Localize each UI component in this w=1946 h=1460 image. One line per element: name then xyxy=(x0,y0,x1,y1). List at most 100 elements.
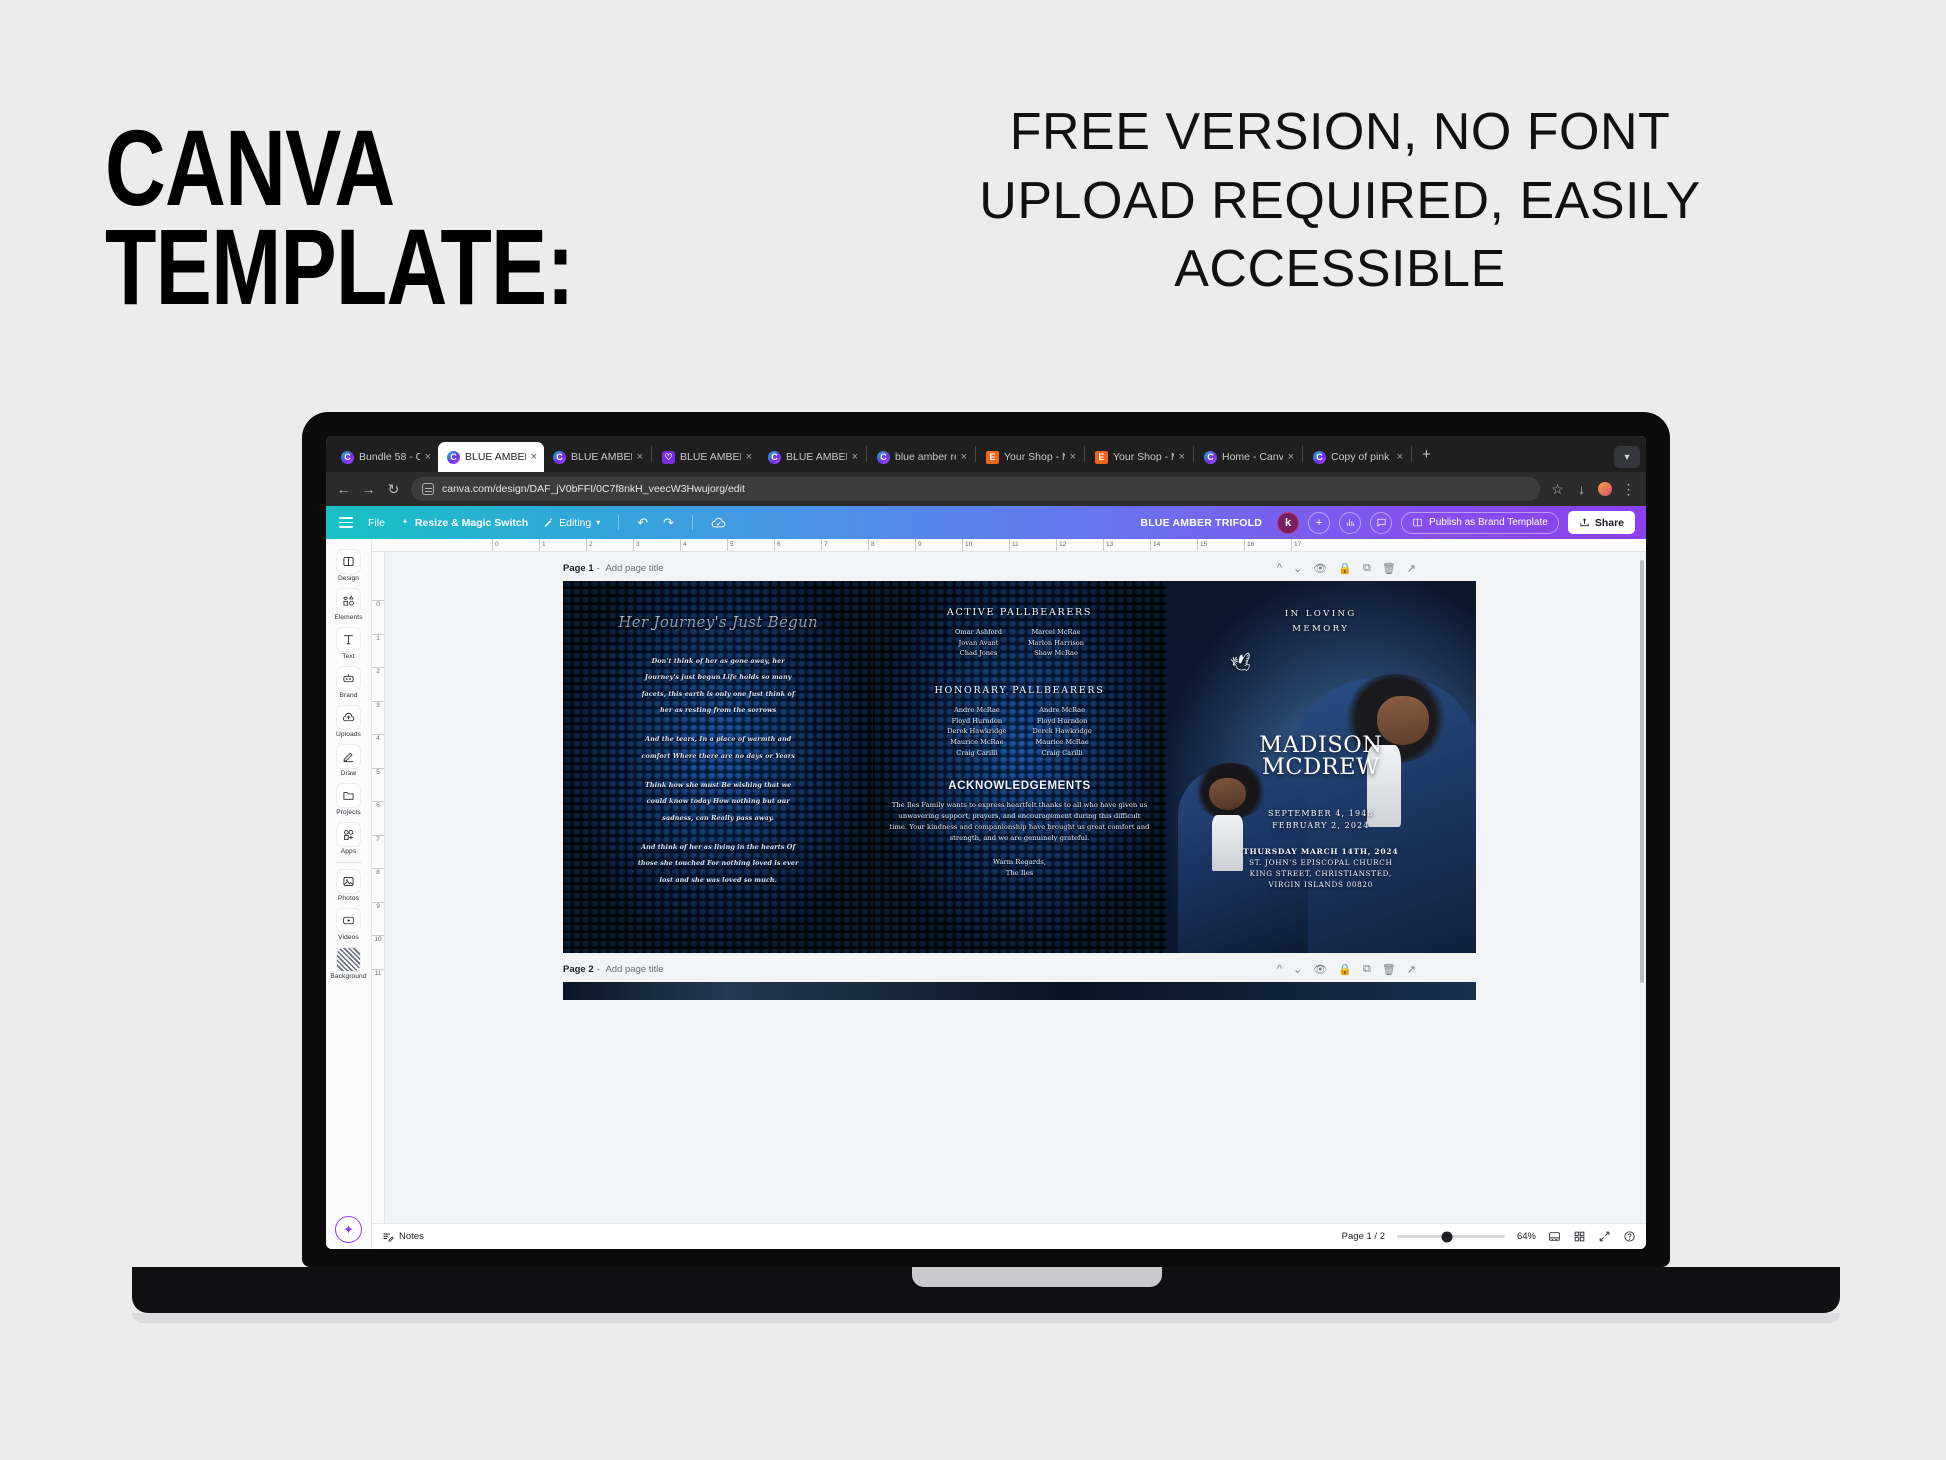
vertical-ruler[interactable]: 0 1 2 3 4 5 6 7 8 9 10 11 xyxy=(372,552,385,1223)
move-up-icon[interactable]: ^ xyxy=(1277,963,1282,976)
browser-tab[interactable]: E Your Shop - M × xyxy=(1086,442,1192,472)
canvas-scroll-region[interactable]: Page 1 - Add page title ^ ⌄ 👁 🔒 ⧉ 🗑 ↗ He… xyxy=(385,552,1646,1223)
browser-tab[interactable]: C Bundle 58 - C × xyxy=(332,442,438,472)
bookmark-star-icon[interactable]: ☆ xyxy=(1550,481,1565,498)
reload-icon[interactable]: ↻ xyxy=(386,481,401,498)
browser-tab[interactable]: C Home - Canva × xyxy=(1195,442,1301,472)
vertical-scrollbar[interactable] xyxy=(1640,560,1644,983)
videos-icon xyxy=(336,908,361,933)
pallbearer-name: Floyd Hurndon xyxy=(1036,716,1088,725)
delete-icon[interactable]: 🗑 xyxy=(1382,562,1396,575)
close-icon[interactable]: × xyxy=(531,451,537,463)
close-icon[interactable]: × xyxy=(1288,451,1294,463)
zoom-slider-handle[interactable] xyxy=(1441,1231,1453,1242)
design-page-2[interactable] xyxy=(563,982,1476,1000)
move-up-icon[interactable]: ^ xyxy=(1277,562,1282,575)
document-title[interactable]: BLUE AMBER TRIFOLD xyxy=(1140,517,1262,529)
sidebar-item-photos[interactable]: Photos xyxy=(327,866,371,905)
redo-icon[interactable]: ↷ xyxy=(663,515,674,531)
page-title-input[interactable]: Add page title xyxy=(605,563,663,574)
browser-tab-active[interactable]: C BLUE AMBER T × xyxy=(438,442,544,472)
lock-icon[interactable]: 🔒 xyxy=(1338,963,1352,976)
new-tab-button[interactable]: + xyxy=(1413,446,1440,463)
zoom-level[interactable]: 64% xyxy=(1517,1231,1536,1242)
menu-icon[interactable] xyxy=(339,517,353,528)
cloud-saved-icon[interactable] xyxy=(711,515,726,530)
chevron-down-icon[interactable]: ▾ xyxy=(1614,446,1640,468)
close-icon[interactable]: × xyxy=(746,451,752,463)
zoom-slider[interactable] xyxy=(1396,1231,1505,1242)
hide-page-icon[interactable]: 👁 xyxy=(1313,562,1327,575)
browser-tab[interactable]: C Copy of pink o × xyxy=(1304,442,1410,472)
sidebar-item-background[interactable]: Background xyxy=(327,944,371,983)
site-settings-icon[interactable] xyxy=(422,483,434,495)
browser-tab[interactable]: C blue amber re × xyxy=(868,442,974,472)
help-icon[interactable] xyxy=(1623,1230,1636,1243)
sidebar-item-elements[interactable]: Elements xyxy=(327,585,371,624)
collaborator-avatar[interactable]: k xyxy=(1277,511,1300,534)
sidebar-label: Projects xyxy=(336,809,361,816)
ruler-tick: 5 xyxy=(727,539,774,551)
sidebar-item-uploads[interactable]: Uploads xyxy=(327,702,371,741)
pallbearer-name: Omar Ashford xyxy=(955,628,1003,636)
expand-icon[interactable]: ↗ xyxy=(1407,562,1416,575)
expand-icon[interactable]: ↗ xyxy=(1407,963,1416,976)
forward-icon[interactable]: → xyxy=(361,481,376,497)
close-icon[interactable]: × xyxy=(1397,451,1403,463)
duplicate-icon[interactable]: ⧉ xyxy=(1363,562,1371,575)
downloads-icon[interactable]: ↓ xyxy=(1574,481,1589,497)
elements-icon xyxy=(336,588,361,613)
undo-icon[interactable]: ↶ xyxy=(637,515,648,531)
delete-icon[interactable]: 🗑 xyxy=(1382,963,1396,976)
trifold-panel-left[interactable]: Her Journey's Just Begun Don't think of … xyxy=(563,581,874,953)
magic-studio-icon[interactable]: ✦ xyxy=(335,1216,362,1243)
sidebar-item-design[interactable]: Design xyxy=(327,546,371,585)
close-icon[interactable]: × xyxy=(1179,451,1185,463)
close-icon[interactable]: × xyxy=(1070,451,1076,463)
hide-page-icon[interactable]: 👁 xyxy=(1313,963,1327,976)
editing-mode-button[interactable]: Editing ▾ xyxy=(543,517,600,529)
browser-tab[interactable]: ♡ BLUE AMBER × xyxy=(653,442,759,472)
trifold-panel-middle[interactable]: ACTIVE PALLBEARERS Omar Ashford Jovan Av… xyxy=(873,581,1166,953)
duplicate-icon[interactable]: ⧉ xyxy=(1363,963,1371,976)
page-view-icon[interactable] xyxy=(1548,1230,1561,1243)
browser-tab[interactable]: C BLUE AMBER × xyxy=(544,442,650,472)
publish-brand-template-button[interactable]: Publish as Brand Template xyxy=(1401,511,1559,534)
add-collaborator-button[interactable]: + xyxy=(1308,511,1331,534)
trifold-panel-right[interactable]: 🕊 IN LOVING MEMORY MADISON MCDREW SEPTEM… xyxy=(1165,581,1476,953)
sidebar-item-apps[interactable]: Apps xyxy=(327,819,371,858)
sidebar-item-projects[interactable]: Projects xyxy=(327,780,371,819)
notes-button[interactable]: Notes xyxy=(382,1231,424,1243)
comment-icon[interactable] xyxy=(1370,511,1393,534)
back-icon[interactable]: ← xyxy=(336,481,351,497)
sidebar-item-videos[interactable]: Videos xyxy=(327,905,371,944)
sidebar-item-draw[interactable]: Draw xyxy=(327,741,371,780)
page-title-input[interactable]: Add page title xyxy=(605,964,663,975)
brand-icon xyxy=(336,666,361,691)
browser-tab[interactable]: C BLUE AMBER × xyxy=(759,442,865,472)
share-button[interactable]: Share xyxy=(1567,511,1635,534)
more-menu-icon[interactable]: ⋮ xyxy=(1621,481,1636,498)
page-title-placeholder[interactable]: - xyxy=(597,563,603,574)
move-down-icon[interactable]: ⌄ xyxy=(1293,963,1302,976)
grid-view-icon[interactable] xyxy=(1573,1230,1586,1243)
move-down-icon[interactable]: ⌄ xyxy=(1293,562,1302,575)
close-icon[interactable]: × xyxy=(425,451,431,463)
file-menu-button[interactable]: File xyxy=(368,517,385,529)
design-page-1[interactable]: Her Journey's Just Begun Don't think of … xyxy=(563,581,1476,953)
sidebar-item-brand[interactable]: Brand xyxy=(327,663,371,702)
sidebar-item-text[interactable]: Text xyxy=(327,624,371,663)
close-icon[interactable]: × xyxy=(852,451,858,463)
avatar[interactable] xyxy=(1598,482,1612,496)
address-bar[interactable]: canva.com/design/DAF_jV0bFFI/0C7f8nkH_ve… xyxy=(411,477,1540,501)
page-indicator[interactable]: Page 1 / 2 xyxy=(1342,1231,1385,1242)
lock-icon[interactable]: 🔒 xyxy=(1338,562,1352,575)
insights-icon[interactable] xyxy=(1339,511,1362,534)
ruler-tick: 15 xyxy=(1197,539,1244,551)
resize-magic-switch-button[interactable]: Resize & Magic Switch xyxy=(400,517,528,529)
browser-tab[interactable]: E Your Shop - M × xyxy=(977,442,1083,472)
horizontal-ruler[interactable]: 0 1 2 3 4 5 6 7 8 9 10 11 12 13 14 15 16… xyxy=(372,539,1646,552)
close-icon[interactable]: × xyxy=(637,451,643,463)
close-icon[interactable]: × xyxy=(961,451,967,463)
fullscreen-icon[interactable] xyxy=(1598,1230,1611,1243)
